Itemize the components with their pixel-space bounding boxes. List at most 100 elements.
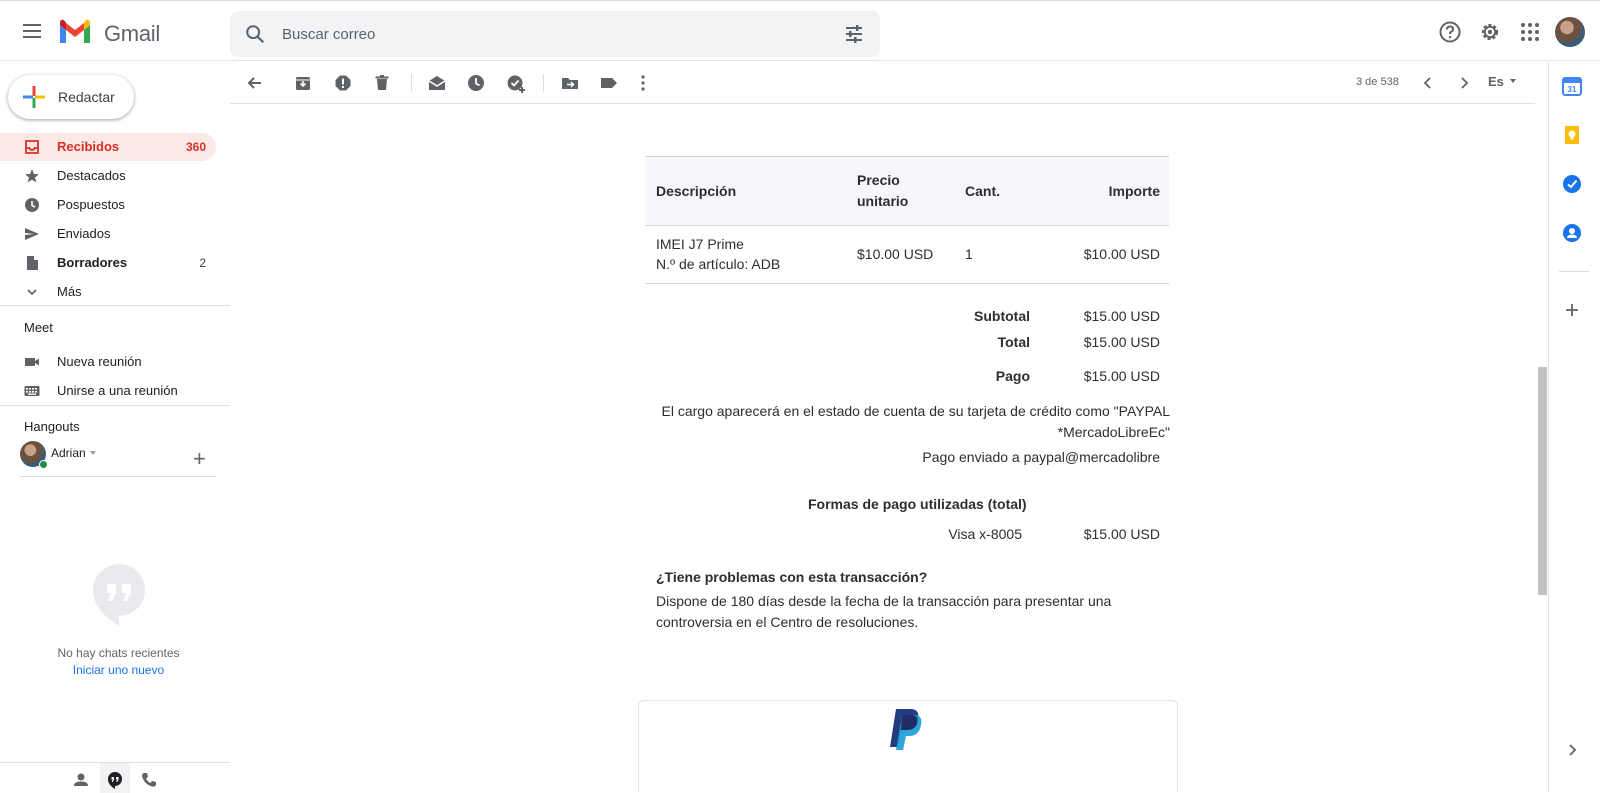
divider: [20, 476, 216, 477]
nav-label: Unirse a una reunión: [57, 383, 178, 398]
total-label: Total: [997, 334, 1030, 350]
start-new-chat-link[interactable]: Iniciar uno nuevo: [0, 663, 237, 677]
archive-icon[interactable]: [293, 73, 313, 93]
apps-icon[interactable]: [1518, 20, 1542, 44]
search-input[interactable]: Buscar correo: [282, 26, 375, 43]
settings-icon[interactable]: [1478, 20, 1502, 44]
divider: [1559, 271, 1589, 272]
move-to-icon[interactable]: [560, 73, 580, 93]
col-quantity: Cant.: [965, 183, 1000, 199]
report-spam-icon[interactable]: [333, 73, 353, 93]
message-toolbar: 3 de 538 Es: [230, 62, 1535, 104]
tasks-icon[interactable]: [1562, 174, 1582, 194]
nav-count: 360: [185, 140, 206, 154]
hangouts-bottom-bar: [0, 762, 230, 793]
video-icon: [25, 358, 39, 366]
header: Gmail Buscar correo: [0, 4, 1600, 61]
nav-count: 2: [199, 256, 206, 270]
delete-icon[interactable]: [372, 73, 392, 93]
account-avatar[interactable]: [1555, 17, 1585, 47]
nav-label: Pospuestos: [57, 197, 125, 212]
back-arrow-icon[interactable]: [245, 73, 265, 93]
chat-bubble-icon: [93, 564, 145, 626]
calendar-icon[interactable]: 31: [1562, 76, 1582, 96]
nav-label: Destacados: [57, 168, 126, 183]
hangouts-title: Hangouts: [24, 419, 80, 434]
phone-icon[interactable]: [136, 769, 162, 791]
item-description: IMEI J7 Prime N.º de artículo: ADB: [656, 236, 781, 272]
add-addon-icon[interactable]: [1562, 300, 1582, 320]
add-task-icon[interactable]: [506, 73, 526, 93]
toolbar-divider: [543, 74, 544, 92]
gmail-logo-icon[interactable]: [58, 19, 92, 45]
compose-button[interactable]: Redactar: [8, 75, 134, 119]
prev-icon[interactable]: [1418, 73, 1438, 93]
col-amount: Importe: [1108, 183, 1160, 199]
tune-icon[interactable]: [844, 24, 864, 44]
nav-label: Más: [57, 284, 82, 299]
item-unit-price: $10.00 USD: [857, 246, 934, 262]
app-name: Gmail: [104, 21, 160, 46]
hangouts-user-name: Adrian: [51, 446, 86, 460]
online-status-icon: [39, 460, 48, 469]
subtotal-label: Subtotal: [974, 308, 1030, 324]
nav-item-starred[interactable]: Destacados: [0, 162, 216, 190]
meet-join-meeting[interactable]: Unirse a una reunión: [0, 377, 216, 405]
add-chat-icon[interactable]: +: [193, 448, 206, 470]
caret-down-icon[interactable]: [1510, 79, 1516, 83]
svg-text:31: 31: [1568, 85, 1577, 94]
keep-icon[interactable]: [1562, 125, 1582, 145]
nav-item-sent[interactable]: Enviados: [0, 220, 216, 248]
scrollbar-thumb[interactable]: [1538, 367, 1547, 595]
nav-label: Borradores: [57, 255, 128, 270]
caret-down-icon[interactable]: [90, 451, 96, 455]
expand-panel-icon[interactable]: [1562, 740, 1582, 760]
help-icon[interactable]: [1438, 20, 1462, 44]
total-value: $15.00 USD: [1083, 334, 1160, 350]
payment-label: Pago: [995, 368, 1030, 384]
menu-icon[interactable]: [20, 20, 44, 44]
nav-item-drafts[interactable]: Borradores 2: [0, 249, 216, 277]
clock-icon: [25, 198, 39, 212]
col-description: Descripción: [656, 183, 737, 199]
inbox-icon: [25, 140, 39, 154]
search-icon[interactable]: [244, 23, 266, 45]
compose-label: Redactar: [58, 89, 115, 105]
item-amount: $10.00 USD: [1083, 246, 1160, 262]
nav-label: Recibidos: [57, 139, 120, 154]
search-bar[interactable]: Buscar correo: [230, 11, 880, 57]
next-icon[interactable]: [1454, 73, 1474, 93]
snooze-icon[interactable]: [466, 73, 486, 93]
person-icon[interactable]: [68, 769, 94, 791]
draft-icon: [27, 256, 38, 270]
label-icon[interactable]: [599, 73, 619, 93]
contacts-icon[interactable]: [1562, 223, 1582, 243]
hangouts-chat-icon[interactable]: [102, 769, 128, 791]
meet-new-meeting[interactable]: Nueva reunión: [0, 348, 216, 376]
input-language-selector[interactable]: Es: [1488, 74, 1504, 89]
nav-item-snoozed[interactable]: Pospuestos: [0, 191, 216, 219]
send-icon: [25, 228, 39, 240]
window-top-border: [0, 0, 1600, 3]
side-panel: 31: [1548, 62, 1600, 792]
payment-value: $15.00 USD: [1083, 368, 1160, 384]
keyboard-icon: [24, 386, 40, 396]
table-row: IMEI J7 Prime N.º de artículo: ADB $10.00…: [646, 226, 1169, 284]
funding-amount: $15.00 USD: [1083, 526, 1160, 542]
nav-item-inbox[interactable]: Recibidos 360: [0, 133, 216, 161]
nav-label: Nueva reunión: [57, 354, 142, 369]
hangouts-user[interactable]: Adrian: [20, 441, 220, 469]
nav-item-more[interactable]: Más: [0, 278, 216, 306]
col-unit-price: Precio unitario: [857, 172, 909, 209]
item-quantity: 1: [965, 246, 973, 262]
meet-title: Meet: [24, 320, 53, 335]
nav-label: Enviados: [57, 226, 111, 241]
chevron-down-icon: [27, 289, 37, 296]
mark-unread-icon[interactable]: [427, 73, 447, 93]
problem-title: ¿Tiene problemas con esta transacción?: [656, 569, 928, 585]
star-icon: [25, 169, 39, 183]
funding-sources-title: Formas de pago utilizadas (total): [808, 496, 1027, 512]
more-icon[interactable]: [633, 73, 653, 93]
paypal-logo-icon: [890, 709, 922, 750]
divider: [0, 405, 230, 406]
